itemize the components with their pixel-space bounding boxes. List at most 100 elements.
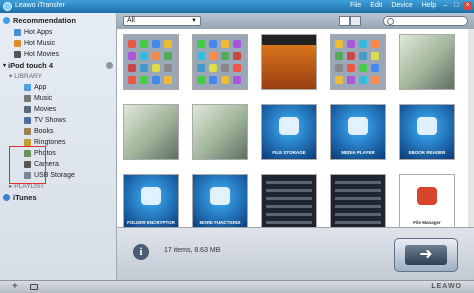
- sidebar-itunes[interactable]: iTunes: [3, 192, 37, 202]
- app-tile-icon: [347, 64, 355, 72]
- sidebar-item-hot-movies[interactable]: Hot Movies: [14, 49, 59, 59]
- sidebar-recommendation[interactable]: Recommendation: [3, 15, 76, 25]
- thumbnail-office[interactable]: [399, 34, 455, 90]
- sidebar-itunes-label: iTunes: [13, 192, 37, 202]
- app-tile-icon: [128, 64, 136, 72]
- app-tile-icon: [221, 64, 229, 72]
- thumbnail-grid: FILE STORAGE MEDIA PLAYER EBOOK READER FOLD…: [117, 29, 474, 227]
- sidebar-item-music[interactable]: Music: [24, 93, 52, 103]
- app-tile-icon: [209, 64, 217, 72]
- app-logo-icon: [3, 2, 12, 11]
- search-input[interactable]: [383, 16, 468, 26]
- app-tile-icon: [164, 40, 172, 48]
- list-view-button[interactable]: [350, 16, 361, 26]
- app-tile-icon: [152, 76, 160, 84]
- tv-shows-icon: [24, 116, 31, 124]
- bottom-bar: + LEAWO: [0, 280, 474, 293]
- thumbnail-app[interactable]: MEDIA PLAYER: [330, 104, 386, 160]
- app-tile-icon: [371, 40, 379, 48]
- thumbnail-ios[interactable]: [123, 34, 179, 90]
- scrollbar[interactable]: [468, 29, 474, 227]
- sidebar-group-label: LIBRARY: [14, 72, 42, 80]
- sidebar-group-library[interactable]: ▾ LIBRARY: [9, 71, 42, 81]
- minimize-button[interactable]: –: [441, 2, 450, 10]
- sidebar-item-hot-music[interactable]: Hot Music: [14, 38, 55, 48]
- thumbnail-app[interactable]: File Manager: [399, 174, 455, 227]
- thumbnail-label: FILE STORAGE: [272, 150, 306, 155]
- chevron-down-icon: ▼: [191, 18, 197, 24]
- thumbnail-app[interactable]: FILE STORAGE: [261, 104, 317, 160]
- thumbnail-app[interactable]: EBOOK READER: [399, 104, 455, 160]
- app-tile-icon: [335, 52, 343, 60]
- app-tile-icon: [221, 76, 229, 84]
- title-bar: Leawo iTransfer File Edit Device Help – …: [0, 0, 474, 13]
- device-icon[interactable]: [30, 284, 38, 290]
- thumbnail-office[interactable]: [123, 104, 179, 160]
- movies-icon: [24, 105, 31, 113]
- app-tile-icon: [347, 76, 355, 84]
- list-row: [335, 197, 381, 200]
- recommendation-icon: [3, 16, 10, 24]
- app-tile-icon: [128, 40, 136, 48]
- app-tile-icon: [164, 52, 172, 60]
- maximize-button[interactable]: □: [452, 2, 461, 10]
- app-tile-icon: [221, 52, 229, 60]
- itunes-icon: [3, 193, 10, 201]
- thumbnail-office[interactable]: [192, 104, 248, 160]
- app-tile-icon: [197, 64, 205, 72]
- thumbnail-video[interactable]: [261, 34, 317, 90]
- app-tile-icon: [140, 76, 148, 84]
- menu-device[interactable]: Device: [391, 2, 412, 9]
- eject-icon[interactable]: [106, 62, 113, 69]
- thumbnail-ios[interactable]: [330, 34, 386, 90]
- menu-edit[interactable]: Edit: [370, 2, 382, 9]
- app-tile-icon: [152, 64, 160, 72]
- app-tile-icon: [164, 76, 172, 84]
- thumbnail-app[interactable]: MORE FUNCTIONS: [192, 174, 248, 227]
- app-tile-icon: [197, 40, 205, 48]
- filter-dropdown[interactable]: All ▼: [123, 16, 201, 26]
- app-tile-icon: [140, 52, 148, 60]
- thumbnail-list[interactable]: [330, 174, 386, 227]
- sidebar-item-label: Music: [34, 94, 53, 102]
- music-icon: [24, 94, 31, 102]
- sidebar-item-label: Books: [34, 127, 54, 135]
- info-icon: i: [133, 244, 149, 260]
- app-tile-icon: [371, 76, 379, 84]
- sidebar-item-label: App: [34, 83, 47, 91]
- transfer-button[interactable]: ➜: [394, 238, 458, 272]
- app-tile-icon: [128, 52, 136, 60]
- filter-value: All: [127, 17, 135, 24]
- app-tile-icon: [209, 52, 217, 60]
- app-tile-icon: [371, 64, 379, 72]
- thumbnail-app[interactable]: FOLDER ENCRYPTOR: [123, 174, 179, 227]
- menu-file[interactable]: File: [350, 2, 361, 9]
- menu-help[interactable]: Help: [422, 2, 436, 9]
- app-tile-icon: [197, 76, 205, 84]
- add-icon[interactable]: +: [12, 282, 18, 292]
- app-icon: [24, 83, 31, 91]
- sidebar-item-app[interactable]: App: [24, 82, 46, 92]
- sidebar-device[interactable]: ▾ iPod touch 4: [3, 60, 53, 70]
- app-tile-icon: [347, 40, 355, 48]
- sidebar-item-label: Hot Music: [24, 39, 56, 47]
- window-title: Leawo iTransfer: [15, 2, 65, 9]
- sidebar-item-books[interactable]: Books: [24, 126, 53, 136]
- collapse-arrow-icon[interactable]: ▾: [9, 72, 12, 80]
- grid-view-button[interactable]: [339, 16, 350, 26]
- app-tile-icon: [128, 76, 136, 84]
- sidebar-item-movies[interactable]: Movies: [24, 104, 56, 114]
- thumbnail-label: FOLDER ENCRYPTOR: [127, 220, 175, 225]
- close-button[interactable]: ×: [463, 2, 472, 10]
- sidebar-item-label: Hot Apps: [24, 28, 53, 36]
- app-tile-icon: [233, 64, 241, 72]
- app-tile-icon: [359, 64, 367, 72]
- list-row: [335, 221, 381, 224]
- sidebar-item-tv-shows[interactable]: TV Shows: [24, 115, 66, 125]
- thumbnail-list[interactable]: [261, 174, 317, 227]
- thumbnail-ios[interactable]: [192, 34, 248, 90]
- list-row: [266, 221, 312, 224]
- collapse-arrow-icon[interactable]: ▾: [3, 62, 6, 69]
- sidebar-item-hot-apps[interactable]: Hot Apps: [14, 27, 52, 37]
- app-tile-icon: [335, 40, 343, 48]
